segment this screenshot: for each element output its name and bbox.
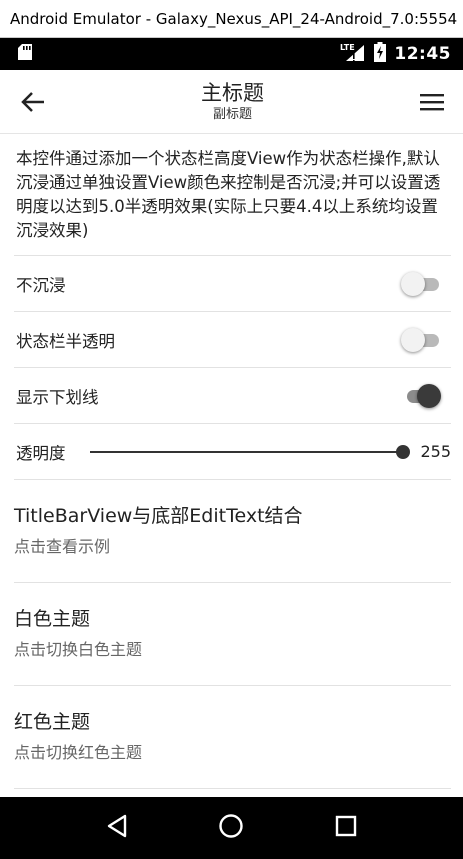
back-button[interactable] bbox=[16, 85, 50, 119]
transparency-label: 透明度 bbox=[16, 443, 66, 463]
setting-row-divider: 显示下划线 bbox=[14, 368, 451, 424]
item-subtitle: 点击切换红色主题 bbox=[14, 743, 143, 762]
network-type-label: LTE bbox=[340, 43, 355, 52]
back-triangle-icon bbox=[107, 814, 127, 838]
recents-square-icon bbox=[335, 815, 357, 837]
item-subtitle: 点击查看示例 bbox=[14, 537, 111, 556]
transparency-row: 透明度 255 bbox=[14, 424, 451, 480]
item-subtitle: 点击切换白色主题 bbox=[14, 640, 143, 659]
setting-label: 显示下划线 bbox=[16, 387, 99, 407]
translucent-status-switch[interactable] bbox=[401, 326, 443, 354]
clock: 12:45 bbox=[394, 44, 451, 64]
setting-label: 状态栏半透明 bbox=[16, 331, 115, 351]
title-group: 主标题 副标题 bbox=[201, 80, 264, 124]
setting-row-immersive: 不沉浸 bbox=[14, 256, 451, 312]
nav-back-button[interactable] bbox=[105, 813, 129, 843]
setting-label: 不沉浸 bbox=[16, 275, 66, 295]
nav-home-button[interactable] bbox=[218, 813, 244, 843]
menu-button[interactable] bbox=[415, 85, 449, 119]
list-item-edittext-demo[interactable]: TitleBarView与底部EditText结合 点击查看示例 bbox=[14, 480, 451, 583]
item-title: 白色主题 bbox=[14, 608, 91, 630]
list-item-red-theme[interactable]: 红色主题 点击切换红色主题 bbox=[14, 686, 451, 789]
page-subtitle: 副标题 bbox=[212, 106, 252, 122]
setting-row-translucent: 状态栏半透明 bbox=[14, 312, 451, 368]
navigation-bar bbox=[0, 797, 463, 859]
arrow-left-icon bbox=[21, 91, 44, 112]
transparency-slider[interactable] bbox=[90, 442, 411, 462]
item-title: TitleBarView与底部EditText结合 bbox=[14, 505, 303, 527]
page-title: 主标题 bbox=[201, 80, 264, 105]
battery-charging-icon bbox=[374, 42, 387, 66]
item-title: 红色主题 bbox=[14, 711, 91, 733]
signal-icon: LTE bbox=[340, 42, 366, 66]
slider-thumb[interactable] bbox=[396, 444, 410, 459]
title-bar: 主标题 副标题 bbox=[0, 70, 463, 134]
description-text: 本控件通过添加一个状态栏高度View作为状态栏操作,默认沉浸通过单独设置View… bbox=[14, 134, 451, 256]
transparency-value: 255 bbox=[420, 442, 451, 461]
home-circle-icon bbox=[219, 814, 244, 838]
immersive-switch[interactable] bbox=[401, 270, 443, 298]
nav-recents-button[interactable] bbox=[334, 814, 358, 842]
emulator-window-title: Android Emulator - Galaxy_Nexus_API_24-A… bbox=[0, 0, 463, 38]
slider-fill bbox=[90, 450, 403, 453]
hamburger-menu-icon bbox=[420, 93, 444, 110]
list-item-white-theme[interactable]: 白色主题 点击切换白色主题 bbox=[14, 583, 451, 686]
sd-card-icon bbox=[18, 44, 32, 64]
settings-content: 本控件通过添加一个状态栏高度View作为状态栏操作,默认沉浸通过单独设置View… bbox=[0, 134, 463, 789]
status-bar: LTE 12:45 bbox=[0, 38, 463, 70]
show-divider-switch[interactable] bbox=[401, 382, 443, 410]
